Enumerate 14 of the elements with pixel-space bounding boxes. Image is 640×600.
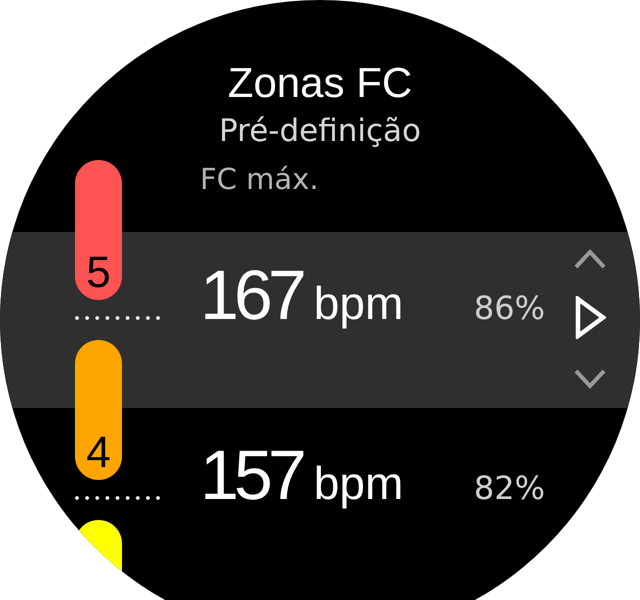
play-icon[interactable] xyxy=(574,296,606,339)
unit-label: bpm xyxy=(314,460,404,506)
screen-subtitle: Pré-definição xyxy=(218,116,421,147)
percent-value: 82% xyxy=(474,472,545,504)
percent-value: 86% xyxy=(474,292,545,324)
heart-rate-value: 167 xyxy=(200,260,302,330)
zone-badge: 5 xyxy=(75,160,122,300)
screen-title: Zonas FC xyxy=(228,62,412,104)
down-chevron-icon[interactable] xyxy=(573,368,607,390)
up-chevron-icon[interactable] xyxy=(573,248,607,270)
heart-rate-value: 157 xyxy=(200,440,302,510)
column-header: FC máx. xyxy=(200,165,319,194)
unit-label: bpm xyxy=(314,280,404,326)
zone-badge: 4 xyxy=(75,340,122,480)
